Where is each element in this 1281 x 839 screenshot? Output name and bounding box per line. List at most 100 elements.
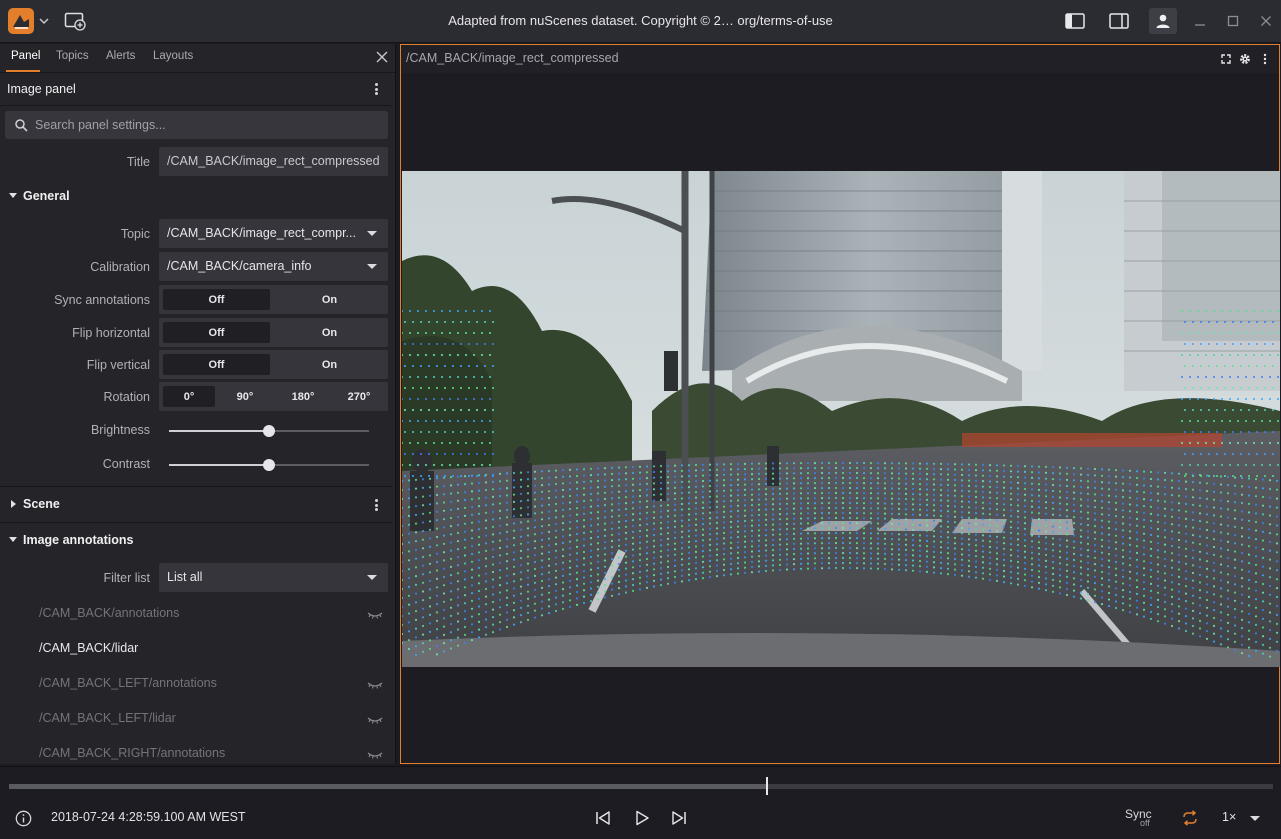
lidar-point	[1114, 587, 1118, 590]
lidar-point	[1149, 610, 1153, 613]
lidar-point	[659, 544, 663, 547]
rotation-180-option[interactable]: 180°	[275, 386, 331, 407]
lidar-point	[680, 469, 684, 472]
eye-closed-icon[interactable]	[367, 610, 383, 620]
lidar-point	[827, 466, 831, 470]
minimize-icon[interactable]	[1189, 11, 1211, 31]
topic-select[interactable]: /CAM_BACK/image_rect_compr...	[159, 219, 388, 248]
tab-panel[interactable]: Panel	[11, 50, 40, 62]
lidar-point	[477, 597, 481, 600]
lidar-point	[757, 513, 761, 517]
seek-forward-icon[interactable]	[670, 809, 688, 827]
lidar-point	[603, 547, 607, 550]
flip-h-on-option[interactable]: On	[276, 322, 383, 343]
lidar-point	[939, 488, 943, 492]
lidar-point	[1240, 585, 1244, 588]
maximize-icon[interactable]	[1222, 11, 1244, 31]
info-icon[interactable]	[15, 810, 32, 827]
settings-search[interactable]	[5, 111, 388, 139]
annotation-item[interactable]: /CAM_BACK_LEFT/lidar	[39, 711, 176, 725]
annotation-item[interactable]: /CAM_BACK/annotations	[39, 606, 179, 620]
brightness-slider[interactable]	[169, 425, 369, 437]
title-field[interactable]: /CAM_BACK/image_rect_compressed	[159, 147, 388, 176]
annotation-item[interactable]: /CAM_BACK/lidar	[39, 641, 138, 655]
eye-closed-icon[interactable]	[367, 750, 383, 760]
eye-closed-icon[interactable]	[367, 680, 383, 690]
lidar-point	[468, 343, 470, 345]
tab-topics[interactable]: Topics	[56, 50, 89, 62]
lidar-point	[1256, 365, 1258, 367]
lidar-point	[435, 603, 439, 606]
eye-closed-icon[interactable]	[367, 715, 383, 725]
scene-menu-icon[interactable]	[369, 497, 383, 513]
filter-list-select[interactable]: List all	[159, 563, 388, 592]
play-icon[interactable]	[633, 809, 651, 827]
lidar-point	[1208, 387, 1210, 389]
seek-backward-icon[interactable]	[594, 809, 612, 827]
close-icon[interactable]	[1255, 11, 1277, 31]
lidar-point	[757, 519, 761, 522]
timeline-scrubber[interactable]	[9, 777, 1273, 795]
user-icon[interactable]	[1149, 8, 1177, 34]
loop-icon[interactable]	[1181, 810, 1199, 826]
lidar-point	[799, 467, 803, 470]
lidar-point	[995, 579, 999, 582]
panel-menu-icon[interactable]	[369, 81, 383, 97]
speed-dropdown-icon[interactable]	[1250, 816, 1260, 821]
more-icon[interactable]	[1259, 53, 1271, 65]
left-sidebar-toggle-icon[interactable]	[1061, 8, 1089, 34]
lidar-point	[932, 504, 936, 507]
lidar-point	[834, 521, 838, 525]
lidar-point	[1275, 640, 1279, 643]
rotation-0-option[interactable]: 0°	[163, 386, 215, 407]
add-panel-icon[interactable]	[64, 11, 86, 31]
lidar-point	[428, 520, 432, 523]
rotation-270-option[interactable]: 270°	[333, 386, 385, 407]
rotation-90-option[interactable]: 90°	[219, 386, 271, 407]
tab-layouts[interactable]: Layouts	[153, 50, 193, 62]
scene-section-header[interactable]: Scene	[0, 488, 392, 522]
lidar-point	[652, 528, 656, 531]
lidar-point	[1184, 592, 1188, 595]
sync-off-option[interactable]: Off	[163, 289, 270, 310]
search-input[interactable]	[35, 115, 375, 135]
lidar-point	[1253, 310, 1255, 312]
contrast-slider[interactable]	[169, 459, 369, 471]
lidar-point	[701, 469, 705, 472]
lidar-point	[1205, 583, 1209, 586]
lidar-point	[771, 482, 775, 485]
lidar-point	[596, 542, 600, 545]
close-sidebar-icon[interactable]	[375, 50, 389, 64]
chevron-down-icon[interactable]	[38, 13, 50, 29]
general-section-header[interactable]: General	[0, 180, 392, 214]
lidar-point	[834, 556, 838, 560]
lidar-point	[666, 543, 670, 546]
playhead[interactable]	[766, 777, 769, 795]
lidar-point	[736, 556, 740, 560]
lidar-point	[694, 545, 698, 548]
tab-alerts[interactable]: Alerts	[106, 50, 135, 62]
sync-on-option[interactable]: On	[276, 289, 383, 310]
lidar-point	[1135, 558, 1139, 561]
image-annotations-section-header[interactable]: Image annotations	[0, 524, 392, 558]
lidar-point	[1261, 522, 1265, 525]
calibration-select[interactable]: /CAM_BACK/camera_info	[159, 252, 388, 281]
image-panel[interactable]: /CAM_BACK/image_rect_compressed	[400, 44, 1280, 764]
lidar-point	[421, 521, 425, 524]
lidar-point	[862, 467, 866, 470]
flip-v-on-option[interactable]: On	[276, 354, 383, 375]
flip-h-off-option[interactable]: Off	[163, 322, 270, 343]
flip-v-off-option[interactable]: Off	[163, 354, 270, 375]
fullscreen-icon[interactable]	[1220, 53, 1232, 65]
slider-thumb[interactable]	[263, 425, 275, 437]
annotation-item[interactable]: /CAM_BACK_RIGHT/annotations	[39, 746, 225, 760]
slider-thumb[interactable]	[263, 459, 275, 471]
playback-speed[interactable]: 1×	[1222, 810, 1236, 824]
right-sidebar-toggle-icon[interactable]	[1105, 8, 1133, 34]
lidar-point	[1232, 453, 1234, 455]
app-logo-icon[interactable]	[8, 8, 34, 34]
lidar-point	[441, 354, 443, 356]
lidar-point	[1170, 501, 1174, 504]
annotation-item[interactable]: /CAM_BACK_LEFT/annotations	[39, 676, 217, 690]
settings-icon[interactable]	[1239, 53, 1251, 65]
